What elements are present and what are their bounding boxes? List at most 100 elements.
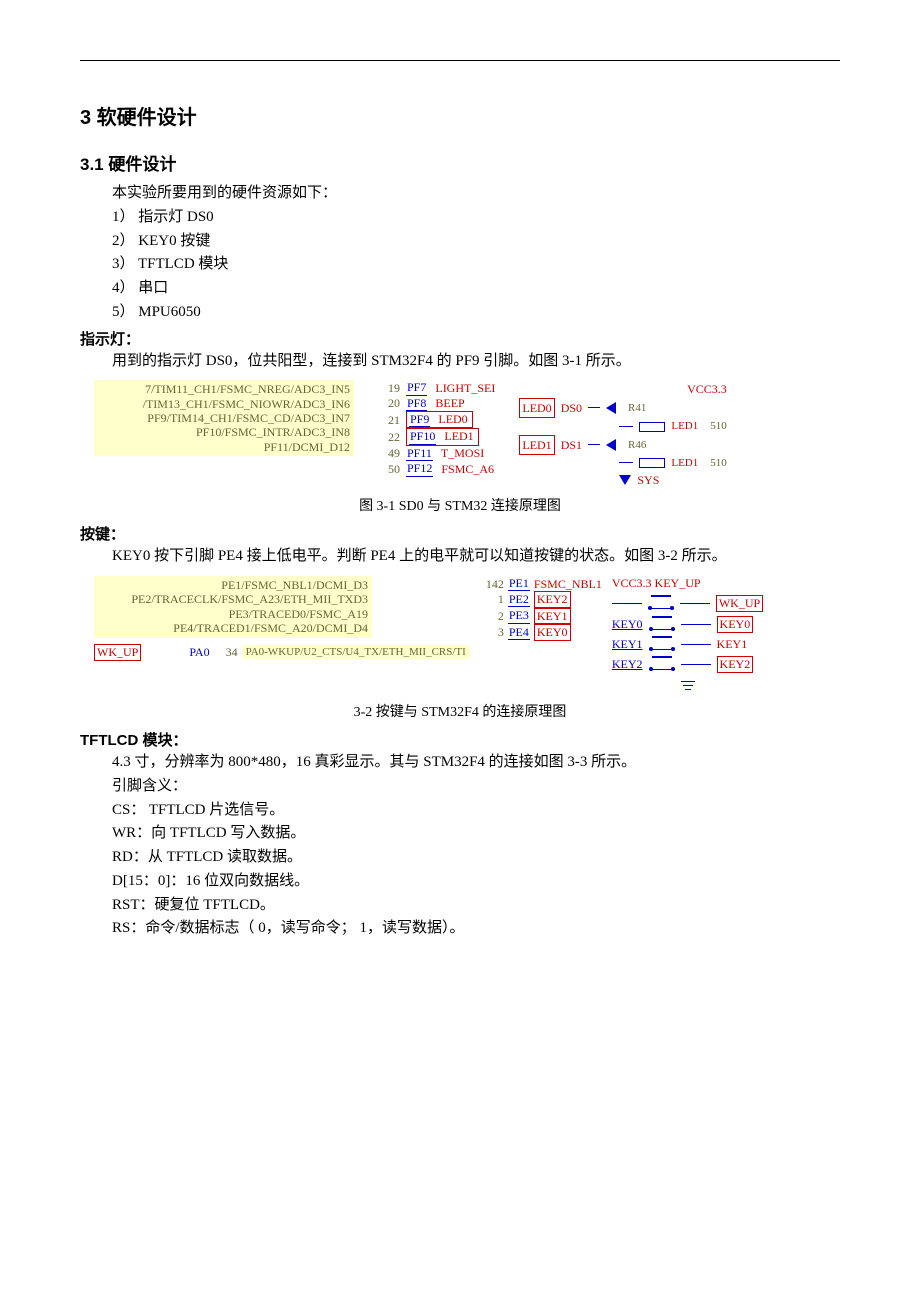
wire [681, 644, 711, 646]
led-name: LED1 [671, 418, 698, 435]
list-item-3: 3） TFTLCD 模块 [80, 254, 840, 276]
key1-underline: KEY1 [612, 637, 643, 652]
vcc-keyup-label: VCC3.3 KEY_UP [612, 576, 763, 591]
pin-num: 3 [480, 625, 504, 639]
tft-p3: CS： TFTLCD 片选信号。 [80, 800, 840, 822]
led-name: LED1 [671, 455, 698, 472]
subhead-tftlcd: TFTLCD 模块： [80, 729, 840, 750]
net-led0: LED0 [519, 398, 554, 418]
led-diode-icon [606, 439, 616, 451]
figure-3-2-caption: 3-2 按键与 STM32F4 的连接原理图 [80, 701, 840, 721]
fig31-pin-list: 19PF7LIGHT_SEI 20PF8BEEP 21PF9LED0 22PF1… [376, 380, 497, 476]
res-r41: R41 [628, 400, 646, 417]
switch-icon [649, 659, 675, 670]
highlighted-pin-row: PF9 LED0 [406, 411, 473, 428]
wire [588, 444, 600, 446]
net-led1: LED1 [519, 435, 554, 455]
fig31-led-schematic: VCC3.3 LED0 DS0 R41 LED1 510 LED1 [519, 380, 726, 489]
list-item-4: 4） 串口 [80, 278, 840, 300]
pin-name: PF11 [406, 446, 433, 461]
wire [588, 407, 600, 409]
res-r46: R46 [628, 437, 646, 454]
key0-label: KEY0 [717, 616, 754, 633]
pin-num: 49 [376, 446, 400, 460]
designator-ds0: DS0 [561, 399, 582, 417]
key2-label: KEY2 [717, 656, 754, 673]
res-value: 510 [710, 418, 727, 435]
pin-func-row: PE3/TRACED0/FSMC_A19 [98, 607, 368, 621]
pin-name: PE1 [508, 576, 530, 591]
pin-func-row: PF11/DCMI_D12 [98, 440, 350, 454]
tft-p5: RD：从 TFTLCD 读取数据。 [80, 847, 840, 869]
sys-label: SYS [637, 471, 659, 489]
designator-ds1: DS1 [561, 436, 582, 454]
wire [681, 624, 711, 626]
pin-name: PE3 [508, 608, 530, 623]
pin-num: 1 [480, 592, 504, 606]
net-label: BEEP [433, 396, 466, 410]
pa0-desc: PA0-WKUP/U2_CTS/U4_TX/ETH_MII_CRS/TI [242, 645, 470, 659]
key-wkup-label: WK_UP [716, 595, 763, 612]
tft-p4: WR：向 TFTLCD 写入数据。 [80, 823, 840, 845]
pin-num: 2 [480, 609, 504, 623]
pin-num: 34 [214, 645, 238, 660]
net-label: FSMC_NBL1 [534, 577, 602, 591]
vcc-label: VCC3.3 [519, 380, 726, 398]
intro-line: 本实验所要用到的硬件资源如下： [80, 183, 840, 205]
pin-num: 20 [376, 396, 400, 410]
fig32-key-schematic: VCC3.3 KEY_UP WK_UP KEY0 KEY0 KEY1 [612, 576, 763, 695]
pin-name: PF12 [406, 461, 433, 476]
pin-name: PE4 [508, 625, 530, 640]
section-heading-3-1: 3.1 硬件设计 [80, 150, 840, 175]
pin-func-row: 7/TIM11_CH1/FSMC_NREG/ADC3_IN5 [98, 382, 350, 396]
subhead-key: 按键： [80, 523, 840, 544]
subhead-led: 指示灯： [80, 328, 840, 349]
wkup-tag: WK_UP [94, 644, 141, 661]
tft-p7: RST：硬复位 TFTLCD。 [80, 895, 840, 917]
key0-underline: KEY0 [612, 617, 643, 632]
net-key1: KEY1 [534, 608, 571, 624]
net-key2: KEY2 [534, 591, 571, 607]
pin-name: PE2 [508, 592, 530, 607]
fig32-pin-functions: PE1/FSMC_NBL1/DCMI_D3 PE2/TRACECLK/FSMC_… [94, 576, 372, 638]
pin-func-row: PE2/TRACECLK/FSMC_A23/ETH_MII_TXD3 [98, 592, 368, 606]
figure-3-2: PE1/FSMC_NBL1/DCMI_D3 PE2/TRACECLK/FSMC_… [94, 576, 840, 695]
net-label: LED1 [442, 429, 475, 444]
fig32-pin-list: 142 PE1 FSMC_NBL1 1 PE2 KEY2 2 PE3 KEY1 3 PE4 KE… [480, 576, 602, 641]
switch-icon [649, 639, 675, 650]
list-item-5: 5） MPU6050 [80, 302, 840, 324]
pin-func-row: PF10/FSMC_INTR/ADC3_IN8 [98, 425, 350, 439]
document-page: 3 软硬件设计 3.1 硬件设计 本实验所要用到的硬件资源如下： 1） 指示灯 … [0, 0, 920, 982]
pin-name: PF10 [409, 429, 436, 444]
wire [681, 664, 711, 666]
pin-func-row: PF9/TIM14_CH1/FSMC_CD/ADC3_IN7 [98, 411, 350, 425]
tft-p1: 4.3 寸，分辨率为 800*480，16 真彩显示。其与 STM32F4 的连… [80, 752, 840, 774]
net-key0: KEY0 [534, 624, 571, 640]
wkup-row: WK_UP PA0 34 PA0-WKUP/U2_CTS/U4_TX/ETH_M… [94, 644, 470, 661]
wire [612, 603, 642, 605]
pin-num: 21 [376, 413, 400, 427]
list-item-1: 1） 指示灯 DS0 [80, 207, 840, 229]
pin-name: PF8 [406, 396, 427, 411]
key1-label: KEY1 [717, 637, 748, 652]
net-label: LED0 [436, 412, 469, 427]
net-label: FSMC_A6 [439, 462, 496, 476]
top-rule [80, 60, 840, 61]
section-heading-3: 3 软硬件设计 [80, 101, 840, 130]
pin-num: 142 [480, 577, 504, 591]
pin-func-row: /TIM13_CH1/FSMC_NIOWR/ADC3_IN6 [98, 397, 350, 411]
wire [619, 426, 633, 428]
pin-func-row: PE1/FSMC_NBL1/DCMI_D3 [98, 578, 368, 592]
pin-name: PF9 [409, 412, 430, 427]
tft-p6: D[15：0]：16 位双向数据线。 [80, 871, 840, 893]
wire [680, 603, 710, 605]
res-value: 510 [710, 455, 727, 472]
pin-num: 22 [376, 430, 400, 444]
net-label: T_MOSI [439, 446, 486, 460]
resistor-icon [639, 422, 665, 432]
pin-num: 50 [376, 462, 400, 476]
key-paragraph: KEY0 按下引脚 PE4 接上低电平。判断 PE4 上的电平就可以知道按键的状… [80, 546, 840, 568]
switch-icon [648, 598, 674, 609]
led-diode-icon [606, 402, 616, 414]
fig31-pin-functions: 7/TIM11_CH1/FSMC_NREG/ADC3_IN5 /TIM13_CH… [94, 380, 354, 456]
